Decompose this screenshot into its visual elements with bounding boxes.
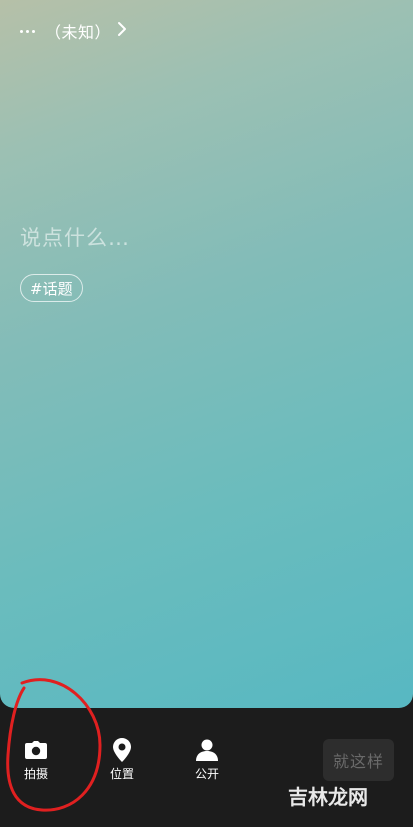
audience-selector-label[interactable]: （未知） [45, 19, 111, 43]
chevron-right-icon[interactable] [117, 21, 127, 41]
visibility-label: 公开 [194, 767, 219, 781]
photo-button[interactable]: 拍摄 [11, 738, 61, 782]
post-composer-screen: （未知） 说点什么… #话题 拍摄 位置 公开 就这样 吉林龙网 [0, 0, 413, 827]
camera-icon [24, 738, 48, 762]
location-pin-icon [110, 738, 134, 762]
submit-button[interactable]: 就这样 [323, 739, 394, 781]
location-button[interactable]: 位置 [97, 738, 147, 782]
visibility-button[interactable]: 公开 [182, 738, 232, 782]
location-label: 位置 [109, 767, 134, 781]
watermark: 吉林龙网 [288, 784, 368, 809]
topic-chip[interactable]: #话题 [20, 274, 83, 302]
person-icon [195, 738, 219, 762]
top-bar: （未知） [20, 18, 127, 44]
more-dots-icon[interactable] [20, 29, 35, 33]
composer-background: （未知） 说点什么… #话题 [0, 0, 413, 708]
photo-label: 拍摄 [23, 767, 48, 781]
caption-input[interactable]: 说点什么… [20, 222, 130, 252]
